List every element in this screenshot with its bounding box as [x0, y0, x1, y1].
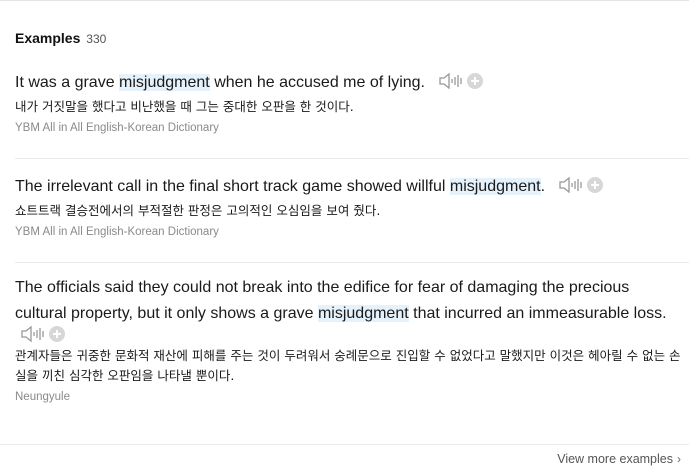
example-divider: [15, 262, 689, 263]
keyword-highlight: misjudgment: [449, 178, 541, 195]
example-source: YBM All in All English-Korean Dictionary: [15, 122, 219, 134]
examples-count: 330: [86, 32, 107, 46]
example-source: Neungyule: [15, 391, 70, 404]
example-sentence: The officials said they could not break …: [15, 279, 667, 322]
speaker-icon[interactable]: [21, 325, 45, 343]
example-sentence: The irrelevant call in the final short t…: [15, 178, 546, 195]
example-sentence: It was a grave misjudgment when he accus…: [15, 74, 425, 91]
speaker-icon[interactable]: [559, 176, 583, 194]
example-item: The officials said they could not break …: [15, 275, 685, 403]
example-translation: 내가 거짓말을 했다고 비난했을 때 그는 중대한 오판을 한 것이다.: [15, 99, 354, 114]
top-divider: [0, 0, 689, 1]
chevron-right-icon: ›: [677, 452, 681, 466]
examples-title: Examples: [15, 30, 81, 46]
example-item: It was a grave misjudgment when he accus…: [15, 70, 689, 134]
plus-circle-icon[interactable]: [587, 176, 604, 193]
example-source: YBM All in All English-Korean Dictionary: [15, 226, 219, 238]
plus-circle-icon[interactable]: [49, 326, 65, 342]
example-translation: 쇼트트랙 결승전에서의 부적절한 판정은 고의적인 오심임을 보여 줬다.: [15, 203, 381, 218]
plus-circle-icon[interactable]: [466, 72, 483, 89]
keyword-highlight: misjudgment: [119, 74, 210, 91]
keyword-highlight: misjudgment: [317, 305, 409, 322]
example-divider: [15, 158, 689, 159]
example-translation: 관계자들은 귀중한 문화적 재산에 피해를 주는 것이 두려워서 숭례문으로 진…: [15, 348, 681, 384]
examples-header: Examples 330: [15, 30, 106, 46]
view-more-examples-link[interactable]: View more examples ›: [557, 452, 681, 466]
view-more-label: View more examples: [557, 452, 673, 466]
example-item: The irrelevant call in the final short t…: [15, 174, 689, 238]
speaker-icon[interactable]: [439, 72, 463, 90]
footer-divider: [0, 444, 689, 445]
